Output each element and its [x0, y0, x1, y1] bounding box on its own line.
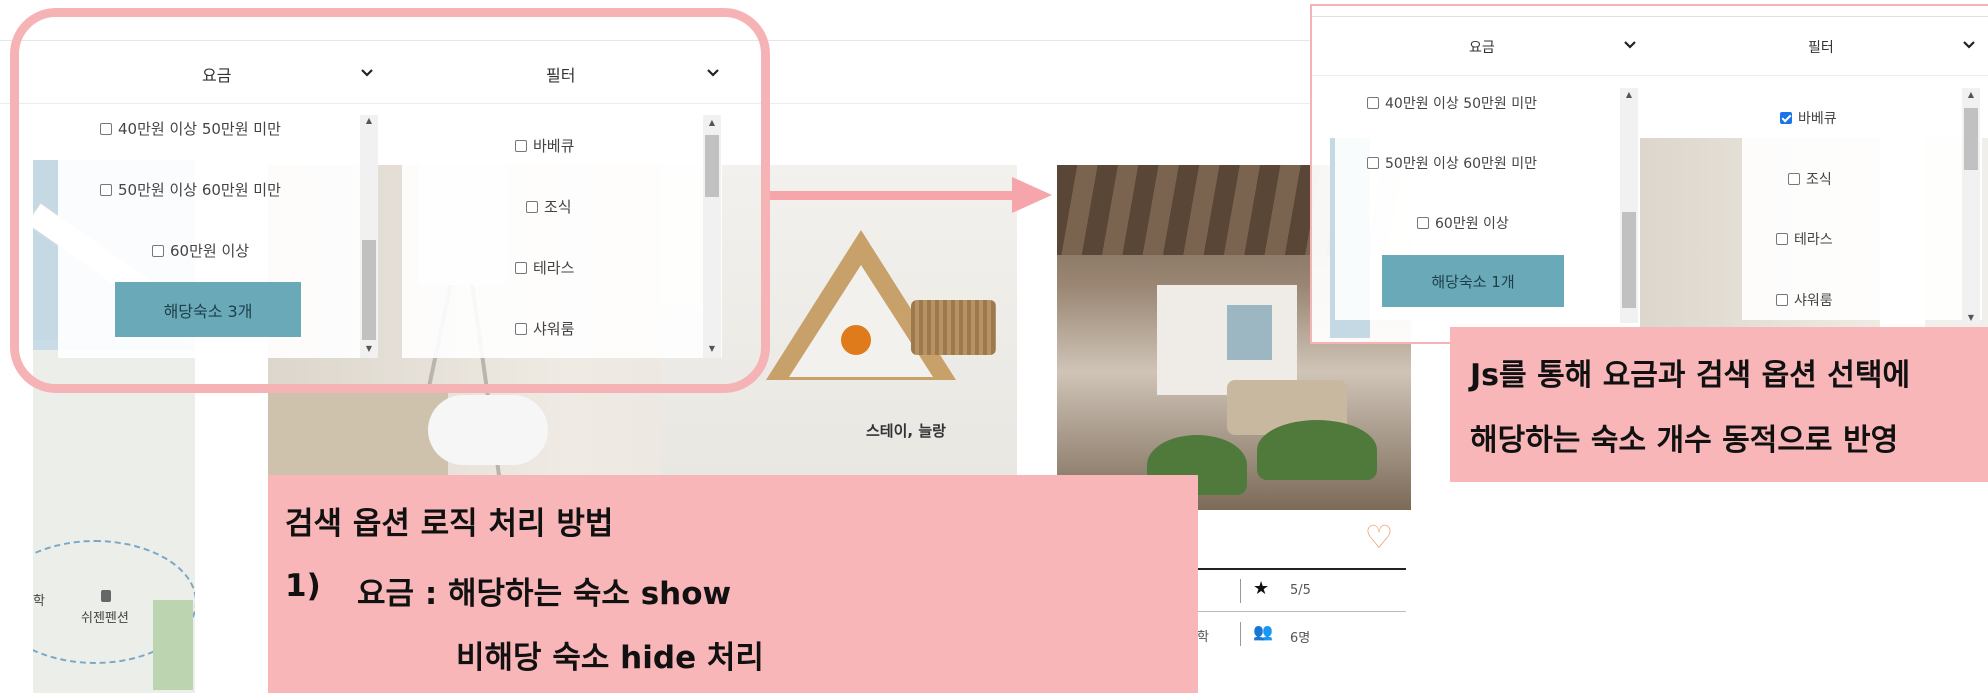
price-scrollbar-thumb[interactable]	[1622, 212, 1636, 308]
filter-scrollbar-thumb[interactable]	[1964, 108, 1978, 170]
highlight-frame	[10, 8, 770, 393]
filter-option[interactable]: 샤워룸	[1776, 290, 1833, 310]
people-icon: 👥	[1253, 622, 1273, 641]
price-option[interactable]: 60만원 이상	[1417, 213, 1509, 233]
checkbox-icon[interactable]	[1367, 97, 1379, 109]
arrow-head-icon	[1012, 177, 1052, 213]
chevron-down-icon[interactable]	[1623, 38, 1637, 52]
map-pin-icon[interactable]	[101, 590, 111, 602]
filter-dropdown-label[interactable]: 필터	[1808, 37, 1834, 57]
right-panel-divider	[1312, 16, 1988, 17]
checkbox-icon[interactable]	[1367, 157, 1379, 169]
callout-bottom-item-text: 요금 : 해당하는 숙소 show	[357, 576, 732, 612]
checkbox-icon[interactable]	[1776, 294, 1788, 306]
callout-bottom-item-sub: 비해당 숙소 hide 처리	[456, 640, 764, 676]
filter-option[interactable]: 바베큐	[1780, 108, 1837, 128]
map-partial-label: 학	[33, 594, 45, 609]
photo-caption: 스테이, 늘랑	[866, 422, 946, 440]
checkbox-checked-icon[interactable]	[1780, 112, 1792, 124]
price-option[interactable]: 40만원 이상 50만원 미만	[1367, 93, 1537, 113]
star-icon: ★	[1253, 578, 1270, 599]
card-separator	[1240, 622, 1241, 646]
filter-option[interactable]: 조식	[1788, 169, 1832, 189]
checkbox-icon[interactable]	[1776, 233, 1788, 245]
checkbox-icon[interactable]	[1417, 217, 1429, 229]
scroll-up-icon[interactable]: ▲	[1620, 90, 1638, 100]
checkbox-icon[interactable]	[1788, 173, 1800, 185]
filter-options-list	[1742, 85, 1982, 320]
callout-bottom-item-number: 1)	[285, 568, 321, 604]
callout-right-line1: Js를 통해 요금과 검색 옵션 선택에	[1470, 358, 1911, 393]
filter-option[interactable]: 테라스	[1776, 229, 1833, 249]
callout-right-line2: 해당하는 숙소 개수 동적으로 반영	[1470, 423, 1899, 458]
chevron-down-icon[interactable]	[1962, 38, 1976, 52]
callout-bottom-title: 검색 옵션 로직 처리 방법	[285, 506, 614, 542]
price-option[interactable]: 50만원 이상 60만원 미만	[1367, 153, 1537, 173]
price-dropdown-label[interactable]: 요금	[1469, 37, 1495, 57]
favorite-heart-icon[interactable]: ♡	[1362, 521, 1396, 553]
right-header-divider	[1312, 75, 1988, 76]
capacity-value: 6명	[1290, 631, 1311, 646]
rating-value: 5/5	[1290, 583, 1311, 598]
result-count-button[interactable]: 해당숙소 1개	[1382, 255, 1564, 307]
card-divider	[1190, 568, 1406, 570]
card-partial-text: 학	[1197, 630, 1209, 645]
card-divider-thin	[1190, 611, 1406, 612]
map-place-label[interactable]: 쉬젠펜션	[81, 607, 129, 626]
scroll-up-icon[interactable]: ▲	[1962, 90, 1980, 100]
card-separator	[1240, 579, 1241, 603]
arrow-line	[770, 191, 1015, 200]
scroll-down-icon[interactable]: ▼	[1962, 313, 1980, 323]
